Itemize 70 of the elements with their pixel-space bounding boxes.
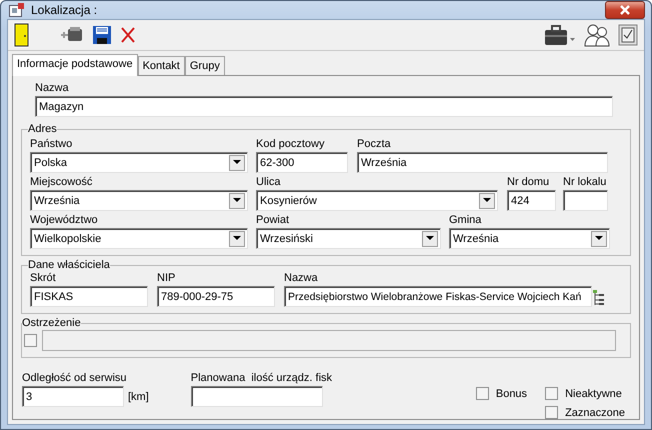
text-field[interactable]: 789-000-29-75 [157,286,275,307]
checkbox[interactable] [24,334,37,347]
field-label: Państwo [30,138,74,151]
caret-icon [595,236,603,241]
delete-icon[interactable] [120,26,136,44]
unit-label: [km] [128,390,149,402]
dropdown[interactable]: Września [449,228,610,249]
dropdown-button[interactable] [229,192,245,208]
caret-icon [233,198,241,203]
close-icon [619,5,631,15]
checkbox-label: Nieaktywne [565,388,622,400]
printer-icon[interactable] [60,26,84,44]
field-label: Kod pocztowy [256,138,326,151]
checkbox[interactable] [545,387,558,400]
text-field[interactable]: 62-300 [256,152,348,173]
text-field[interactable]: FISKAS [30,286,148,307]
text-field[interactable]: Magazyn [35,96,613,117]
close-button[interactable] [605,1,645,19]
dropdown[interactable]: Wielkopolskie [30,228,248,249]
save-icon[interactable] [92,25,112,45]
text-field[interactable]: 3 [22,386,124,407]
field-label: Nr lokalu [563,176,608,189]
field-label: Nazwa [35,82,70,95]
field-label: Miejscowość [30,176,94,189]
window-title: Lokalizacja : [31,3,98,17]
dropdown-button[interactable] [591,230,607,246]
dropdown-button[interactable] [229,154,245,170]
group-title: Ostrzeżenie [22,317,81,329]
window-icon [9,3,25,17]
briefcase-icon[interactable] [544,24,576,46]
checkbox-label: Bonus [496,388,528,400]
field-label: Poczta [357,138,392,151]
dropdown[interactable]: Kosynierów [256,190,498,211]
field-label: Planowana ilość urządz. fisk [190,372,332,385]
text-field[interactable] [190,386,323,407]
tree-icon[interactable] [592,289,606,307]
checklist-icon[interactable] [618,24,638,46]
dropdown-button[interactable] [479,192,495,208]
field-label: Powiat [256,214,290,227]
checkbox[interactable] [476,387,489,400]
dropdown[interactable]: Wrzesiński [256,228,441,249]
dropdown[interactable]: Września [30,190,248,211]
caret-icon [426,236,434,241]
group-title: Adres [28,123,57,135]
field-label: Województwo [30,214,99,227]
text-field[interactable]: 424 [507,190,556,211]
field-label: Nr domu [507,176,550,189]
text-field[interactable] [563,190,608,211]
people-icon[interactable] [584,23,610,47]
dropdown[interactable]: Polska [30,152,248,173]
caret-icon [233,160,241,165]
dropdown-button[interactable] [229,230,245,246]
text-field[interactable]: Września [357,152,608,173]
door-icon[interactable] [14,23,30,47]
checkbox-label: Zaznaczone [565,406,625,418]
dropdown-button[interactable] [422,230,438,246]
field-label: Gmina [449,214,482,227]
tab[interactable]: Kontakt [138,56,185,75]
tab[interactable]: Informacje podstawowe [12,54,138,76]
text-field[interactable]: Przedsiębiorstwo Wielobranżowe Fiskas-Service Wojciech Kań [284,286,592,307]
field-label: Skrót [30,272,57,285]
field-label: Nazwa [284,272,319,285]
field-label: NIP [157,272,176,285]
field-label: Odległość od serwisu [22,372,128,385]
caret-icon [483,198,491,203]
checkbox[interactable] [545,406,558,419]
caret-icon [233,236,241,241]
field-label: Ulica [256,176,282,189]
group-title: Dane właściciela [28,259,110,271]
tab[interactable]: Grupy [184,56,225,75]
